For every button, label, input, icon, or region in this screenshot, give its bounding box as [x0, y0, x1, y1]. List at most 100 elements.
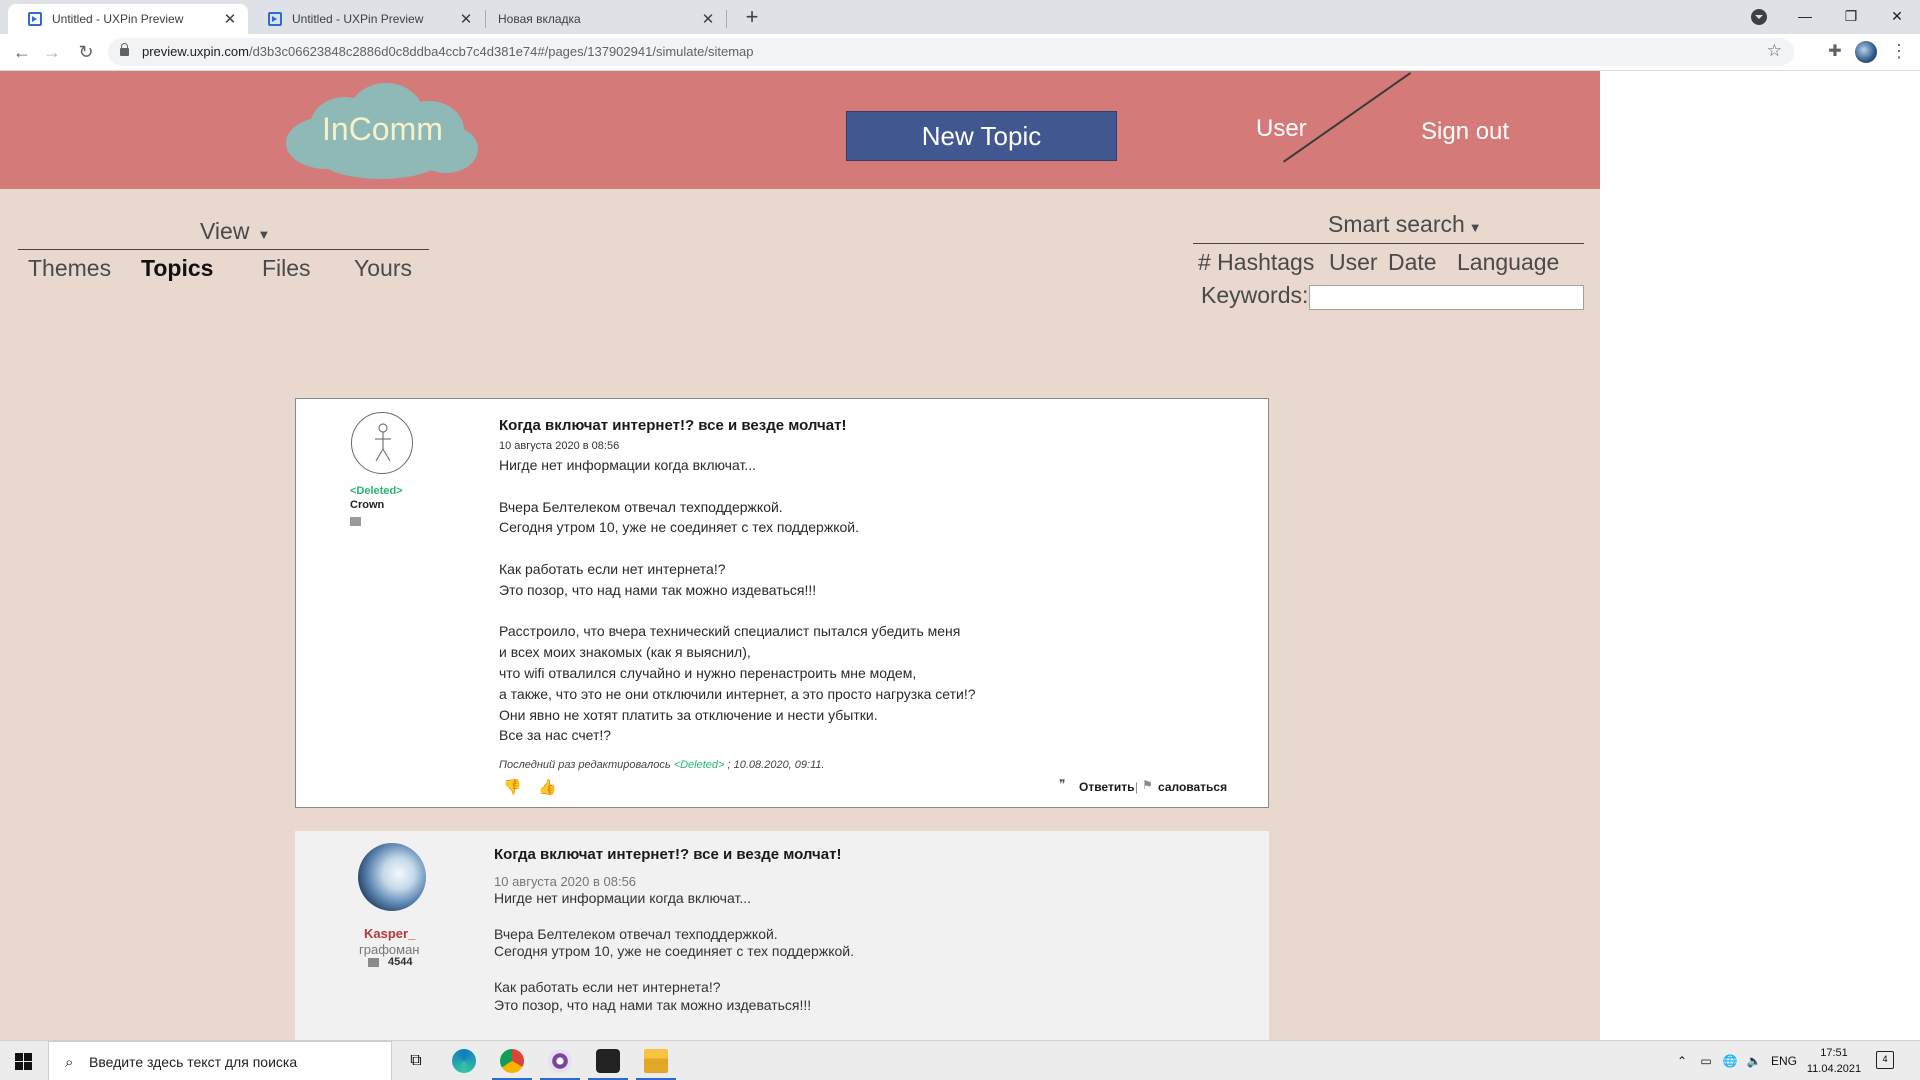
tab-separator: [726, 10, 727, 28]
post-body: Нигде нет информации когда включат... Вч…: [499, 455, 1119, 746]
view-item-files[interactable]: Files: [262, 255, 311, 282]
back-arrow-icon[interactable]: ←: [8, 38, 36, 66]
browser-tab-2[interactable]: Untitled - UXPin Preview ✕: [248, 4, 484, 34]
logo-text[interactable]: InComm: [322, 111, 443, 148]
post-body-line: Как работать если нет интернета!?: [494, 978, 721, 995]
post-title[interactable]: Когда включат интернет!? все и везде мол…: [494, 846, 841, 863]
post-body: Нигде нет информации когда включат... Вч…: [494, 890, 1134, 1015]
edited-by-user[interactable]: <Deleted>: [674, 759, 725, 771]
smart-search-dropdown[interactable]: Smart search ▼: [1328, 211, 1482, 238]
filter-date[interactable]: Date: [1388, 249, 1437, 276]
windows-start-icon[interactable]: [0, 1041, 48, 1080]
post-body-line: Это позор, что над нами так можно издева…: [499, 581, 817, 598]
tab-title: Untitled - UXPin Preview: [52, 12, 184, 26]
post-body-line: Расстроило, что вчера технический специа…: [499, 623, 961, 640]
post-body-line: и всех моих знакомых (как я выяснил),: [499, 644, 751, 661]
terminal-app-icon[interactable]: [584, 1041, 632, 1080]
post-body-line: а также, что это не они отключили интерн…: [499, 685, 976, 702]
network-globe-icon[interactable]: 🌐: [1718, 1041, 1742, 1080]
keywords-input[interactable]: [1309, 285, 1584, 310]
battery-icon[interactable]: ▭: [1694, 1041, 1718, 1080]
post-body-line: Это позор, что над нами так можно издева…: [494, 996, 812, 1013]
browser-tab-1[interactable]: Untitled - UXPin Preview ✕: [8, 4, 248, 34]
post-body-line: [499, 601, 1119, 622]
tab-search-icon[interactable]: [1751, 9, 1767, 25]
task-view-icon[interactable]: ⧉: [392, 1041, 440, 1080]
clock-time: 17:51: [1820, 1047, 1848, 1059]
edge-browser-icon[interactable]: [440, 1041, 488, 1080]
view-item-topics[interactable]: Topics: [141, 255, 213, 282]
close-tab-icon[interactable]: ✕: [454, 10, 478, 28]
restore-icon[interactable]: ❐: [1828, 0, 1874, 34]
minimize-icon[interactable]: —: [1782, 0, 1828, 34]
post-body-line: Нигде нет информации когда включат...: [494, 890, 751, 906]
new-tab-button[interactable]: +: [738, 4, 766, 32]
dislike-icon[interactable]: 👎: [503, 778, 522, 796]
new-topic-button[interactable]: New Topic: [846, 111, 1117, 161]
incomm-app: InComm New Topic User Sign out View ▼ The…: [0, 71, 1600, 1040]
view-dropdown[interactable]: View ▼: [200, 218, 270, 245]
tab-title: Untitled - UXPin Preview: [292, 12, 424, 26]
sign-out-link[interactable]: Sign out: [1421, 118, 1509, 146]
like-icon[interactable]: 👍: [538, 778, 557, 796]
quote-icon: ❞: [1059, 777, 1066, 791]
tor-browser-icon[interactable]: [536, 1041, 584, 1080]
tray-chevron-icon[interactable]: ⌃: [1670, 1041, 1694, 1080]
message-icon: [350, 517, 361, 526]
search-icon: ⌕: [65, 1054, 74, 1071]
post-body-line: [494, 961, 1134, 979]
language-indicator[interactable]: ENG: [1766, 1041, 1802, 1080]
author-name[interactable]: Kasper_: [364, 926, 415, 941]
user-avatar[interactable]: [358, 843, 426, 911]
caret-down-icon: ▼: [1468, 220, 1482, 235]
stick-figure-icon: [375, 423, 391, 462]
filter-hashtags[interactable]: # Hashtags: [1198, 249, 1314, 276]
user-link[interactable]: User: [1256, 115, 1307, 143]
filter-language[interactable]: Language: [1457, 249, 1559, 276]
author-rank: Crown: [350, 499, 385, 511]
browser-tab-3[interactable]: Новая вкладка ✕: [486, 4, 726, 34]
browser-menu-icon[interactable]: ⋮: [1889, 38, 1909, 64]
author-name[interactable]: <Deleted>: [350, 485, 403, 497]
caret-down-icon: ▼: [257, 227, 271, 242]
view-item-yours[interactable]: Yours: [354, 255, 412, 282]
close-window-icon[interactable]: ✕: [1874, 0, 1920, 34]
close-tab-icon[interactable]: ✕: [696, 10, 720, 28]
post-date: 10 августа 2020 в 08:56: [499, 440, 620, 452]
reload-icon[interactable]: ↻: [72, 38, 100, 66]
lock-icon[interactable]: [120, 43, 129, 56]
post-body-line: [499, 476, 1119, 497]
post-body-line: Вчера Белтелеком отвечал техподдержкой.: [494, 925, 778, 942]
keywords-label: Keywords:: [1201, 282, 1309, 308]
post-body-line: Нигде нет информации когда включат...: [499, 457, 756, 473]
chrome-browser-icon[interactable]: [488, 1041, 536, 1080]
post-card: Kasper_ графоман 4544 Когда включат инте…: [295, 831, 1269, 1040]
action-separator: |: [1135, 780, 1139, 794]
complain-link[interactable]: саловаться: [1158, 780, 1227, 794]
file-explorer-icon[interactable]: [632, 1041, 680, 1080]
post-title[interactable]: Когда включат интернет!? все и везде мол…: [499, 417, 846, 434]
profile-avatar[interactable]: [1855, 41, 1877, 63]
post-body-line: [499, 538, 1119, 559]
windows-taskbar: ⌕ Введите здесь текст для поиска ⧉ ⌃ ▭ 🌐…: [0, 1040, 1920, 1080]
taskbar-clock[interactable]: 17:51 11.04.2021: [1804, 1045, 1864, 1077]
bookmark-star-icon[interactable]: ☆: [1767, 41, 1782, 61]
view-item-themes[interactable]: Themes: [28, 255, 111, 282]
filter-user[interactable]: User: [1329, 249, 1378, 276]
post-body-line: [494, 908, 1134, 926]
address-bar[interactable]: preview.uxpin.com/d3b3c06623848c2886d0c8…: [108, 38, 1794, 66]
url-text[interactable]: preview.uxpin.com/d3b3c06623848c2886d0c8…: [142, 44, 753, 59]
browser-toolbar: ← → ↻ preview.uxpin.com/d3b3c06623848c28…: [0, 34, 1920, 71]
tab-title: Новая вкладка: [498, 12, 581, 26]
page-viewport: InComm New Topic User Sign out View ▼ The…: [0, 71, 1920, 1040]
extensions-puzzle-icon[interactable]: ✚: [1825, 41, 1845, 61]
browser-tab-strip: Untitled - UXPin Preview ✕ Untitled - UX…: [0, 0, 1920, 34]
reply-link[interactable]: Ответить: [1079, 780, 1134, 794]
volume-icon[interactable]: 🔈: [1742, 1041, 1766, 1080]
taskbar-search-box[interactable]: ⌕ Введите здесь текст для поиска: [48, 1041, 392, 1080]
forward-arrow-icon[interactable]: →: [38, 38, 66, 66]
author-rank: графоман: [359, 942, 420, 957]
close-tab-icon[interactable]: ✕: [218, 10, 242, 28]
default-avatar[interactable]: [351, 412, 413, 474]
notification-center-icon[interactable]: 4: [1876, 1051, 1894, 1069]
